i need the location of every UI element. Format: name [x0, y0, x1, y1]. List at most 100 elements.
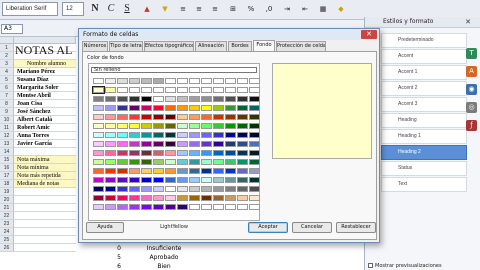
color-swatch[interactable] [129, 186, 140, 192]
color-swatch[interactable] [189, 150, 200, 156]
color-swatch[interactable] [237, 105, 248, 111]
color-swatch[interactable] [177, 186, 188, 192]
color-swatch[interactable] [177, 168, 188, 174]
color-swatch[interactable] [237, 78, 248, 84]
color-swatch[interactable] [93, 186, 104, 192]
color-swatch[interactable] [189, 195, 200, 201]
cell-a[interactable] [14, 188, 76, 196]
color-swatch[interactable] [93, 78, 104, 84]
align-center-icon[interactable]: ≡ [192, 2, 206, 16]
row-number[interactable]: 8 [0, 100, 14, 108]
student-name-cell[interactable]: Javier García [14, 140, 76, 148]
color-swatch[interactable] [153, 132, 164, 138]
color-swatch[interactable] [201, 159, 212, 165]
color-swatch[interactable] [225, 87, 236, 93]
grade-value-cell[interactable]: 5 [104, 254, 134, 262]
row-number[interactable]: 25 [0, 236, 14, 244]
color-swatch[interactable] [189, 105, 200, 111]
color-swatch[interactable] [153, 168, 164, 174]
color-swatch[interactable] [189, 132, 200, 138]
color-swatch[interactable] [117, 168, 128, 174]
color-swatch[interactable] [141, 123, 152, 129]
color-swatch[interactable] [129, 87, 140, 93]
color-swatch[interactable] [129, 168, 140, 174]
color-swatch[interactable] [201, 114, 212, 120]
grade-value-cell[interactable]: 0 [104, 245, 134, 253]
color-swatch[interactable] [117, 114, 128, 120]
student-name-cell[interactable]: Margarita Soler [14, 84, 76, 92]
student-name-cell[interactable]: Anna Torres [14, 132, 76, 140]
sidebar-close-icon[interactable]: ✕ [465, 18, 471, 27]
color-swatch[interactable] [177, 159, 188, 165]
color-swatch[interactable] [129, 150, 140, 156]
row-number[interactable]: 2 [0, 52, 14, 60]
properties-icon[interactable]: T [466, 48, 477, 59]
color-swatch[interactable] [237, 141, 248, 147]
color-swatch[interactable] [201, 141, 212, 147]
student-name-cell[interactable]: Montse Abril [14, 92, 76, 100]
font-color-icon[interactable]: ▲ [140, 2, 154, 16]
color-swatch[interactable] [177, 96, 188, 102]
color-swatch[interactable] [153, 204, 164, 210]
color-swatch[interactable] [189, 123, 200, 129]
color-swatch[interactable] [153, 78, 164, 84]
color-swatch[interactable] [189, 177, 200, 183]
row-number[interactable]: 22 [0, 212, 14, 220]
color-swatch[interactable] [141, 195, 152, 201]
color-swatch[interactable] [225, 150, 236, 156]
row-number[interactable]: 21 [0, 204, 14, 212]
color-swatch[interactable] [165, 78, 176, 84]
color-swatch[interactable] [165, 168, 176, 174]
color-swatch[interactable] [249, 186, 260, 192]
color-swatch[interactable] [225, 177, 236, 183]
color-swatch[interactable] [237, 87, 248, 93]
row-number[interactable]: 18 [0, 180, 14, 188]
row-number[interactable]: 19 [0, 188, 14, 196]
color-swatch[interactable] [117, 150, 128, 156]
color-swatch[interactable] [249, 141, 260, 147]
row-number[interactable]: 23 [0, 220, 14, 228]
color-swatch[interactable] [225, 105, 236, 111]
close-icon[interactable]: ✕ [361, 30, 377, 39]
color-swatch[interactable] [153, 87, 164, 93]
color-swatch[interactable] [201, 132, 212, 138]
bold-button[interactable]: N [88, 2, 102, 16]
color-swatch[interactable] [213, 78, 224, 84]
row-number[interactable]: 26 [0, 244, 14, 252]
color-swatch[interactable] [93, 96, 104, 102]
color-swatch[interactable] [237, 132, 248, 138]
student-name-cell[interactable]: José Sánchez [14, 108, 76, 116]
stat-label-cell[interactable]: Nota máxima [14, 156, 76, 164]
tab-5[interactable]: Bordes [228, 41, 252, 51]
color-swatch[interactable] [249, 168, 260, 174]
row-number[interactable]: 24 [0, 228, 14, 236]
style-item[interactable]: Accent 2 [381, 81, 467, 96]
row-number[interactable]: 20 [0, 196, 14, 204]
color-swatch[interactable] [93, 204, 104, 210]
cell-a[interactable] [14, 212, 76, 220]
color-swatch[interactable] [117, 105, 128, 111]
cell-a[interactable] [14, 196, 76, 204]
color-swatch[interactable] [189, 78, 200, 84]
color-swatch[interactable] [177, 114, 188, 120]
color-swatch[interactable] [117, 195, 128, 201]
italic-button[interactable]: C [104, 2, 118, 16]
color-swatch[interactable] [213, 96, 224, 102]
color-swatch[interactable] [153, 186, 164, 192]
color-swatch[interactable] [153, 123, 164, 129]
style-item[interactable]: Heading 2 [381, 145, 467, 160]
color-swatch[interactable] [165, 132, 176, 138]
color-swatch[interactable] [165, 123, 176, 129]
style-item[interactable]: Heading [381, 113, 467, 128]
color-swatch[interactable] [213, 150, 224, 156]
background-color-icon[interactable]: ◆ [334, 2, 348, 16]
color-swatch[interactable] [249, 123, 260, 129]
color-swatch[interactable] [93, 168, 104, 174]
borders-icon[interactable]: ▦ [316, 2, 330, 16]
color-swatch[interactable] [189, 87, 200, 93]
color-swatch[interactable] [141, 141, 152, 147]
no-fill-button[interactable]: Sin relleno [91, 67, 257, 73]
color-swatch[interactable] [225, 78, 236, 84]
color-swatch[interactable] [201, 96, 212, 102]
color-swatch[interactable] [153, 150, 164, 156]
